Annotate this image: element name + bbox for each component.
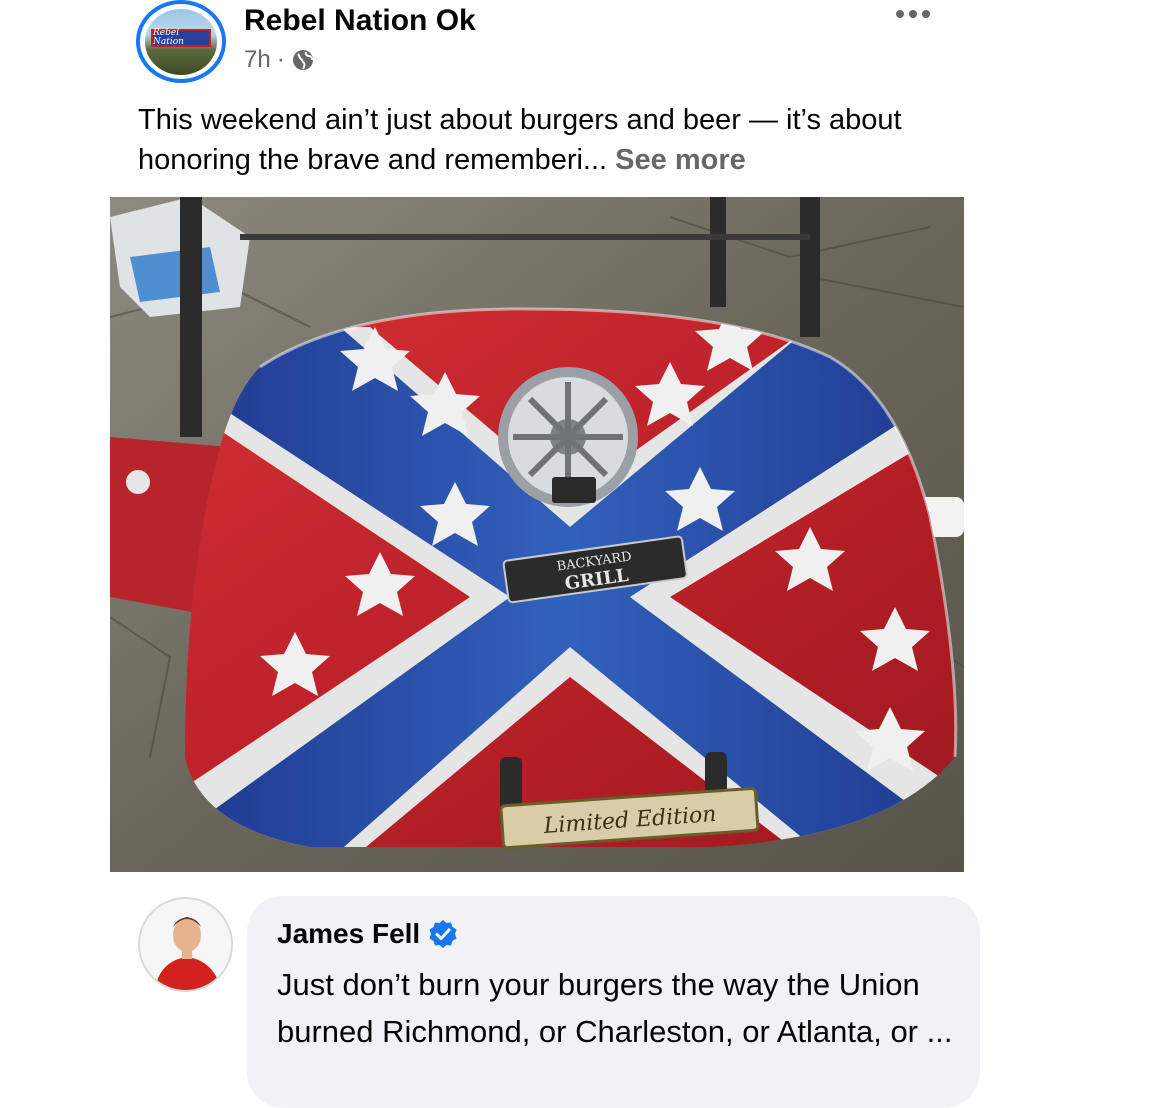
post-text: This weekend ain’t just about burgers an… [138, 100, 958, 180]
meta-separator: · [276, 46, 285, 73]
post-body: This weekend ain’t just about burgers an… [138, 104, 902, 176]
grill-photo: BACKYARD GRILL Limited Edition [110, 197, 964, 872]
commenter-avatar-image [140, 899, 231, 990]
page-avatar-image: Rebel Nation [145, 8, 217, 75]
commenter-row: James Fell [277, 918, 458, 950]
globe-icon [292, 50, 313, 70]
verified-badge-icon [429, 920, 457, 948]
post-image[interactable]: BACKYARD GRILL Limited Edition [110, 197, 964, 872]
more-options-icon[interactable] [896, 10, 930, 18]
commenter-avatar[interactable] [138, 897, 233, 992]
page-name[interactable]: Rebel Nation Ok [244, 4, 476, 38]
post-time[interactable]: 7h [244, 46, 271, 74]
comment-bubble: James Fell Just don’t burn your burgers … [247, 896, 980, 1108]
see-more-link[interactable]: See more [615, 144, 746, 176]
post-header: Rebel Nation Rebel Nation Ok 7h · [136, 0, 956, 90]
avatar-sign: Rebel Nation [151, 28, 211, 47]
post-meta: 7h · [244, 46, 315, 74]
commenter-name[interactable]: James Fell [277, 918, 420, 950]
page-avatar[interactable]: Rebel Nation [136, 0, 226, 83]
comment-text: Just don’t burn your burgers the way the… [277, 967, 953, 1049]
